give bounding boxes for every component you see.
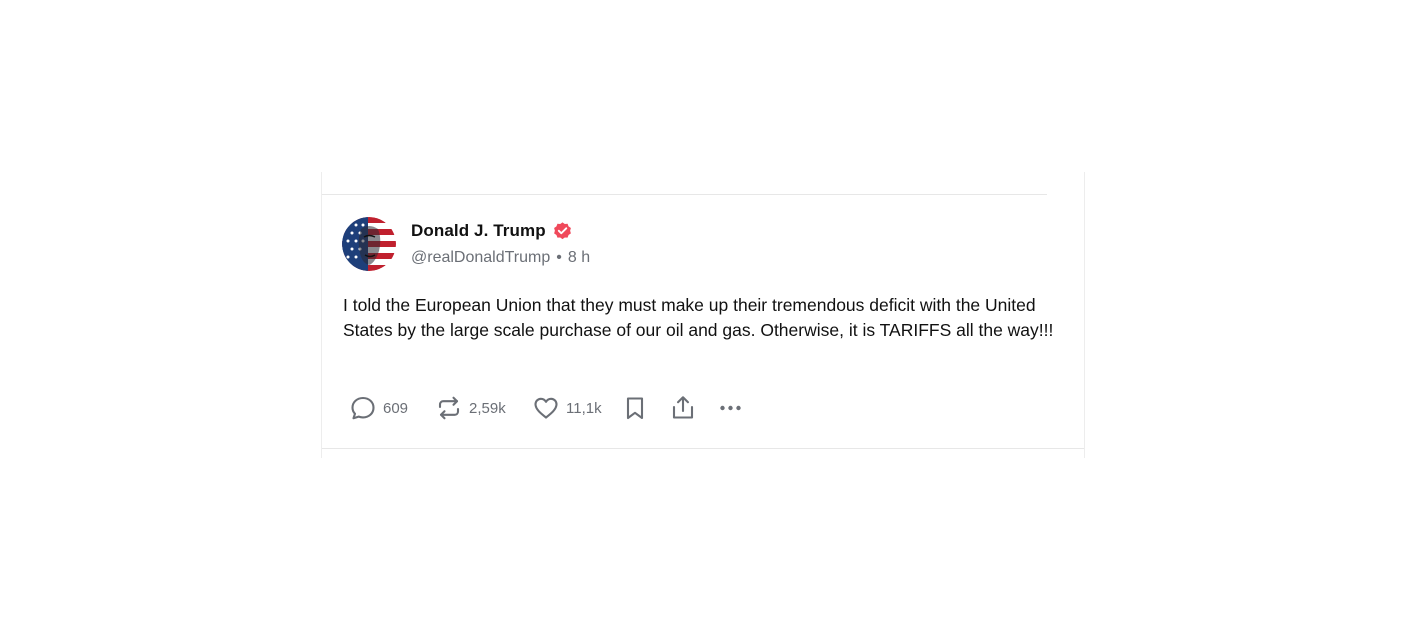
ellipsis-icon (718, 394, 746, 422)
like-count: 11,1k (566, 399, 602, 417)
divider (322, 194, 1047, 195)
bookmark-icon (622, 394, 648, 422)
post-body: I told the European Union that they must… (343, 295, 1054, 340)
author-display-name[interactable]: Donald J. Trump (411, 221, 546, 241)
repost-button[interactable]: 2,59k (435, 394, 532, 422)
author-row: Donald J. Trump (411, 220, 573, 242)
action-bar: 609 2,59k 11,1k (349, 392, 746, 424)
reply-button[interactable]: 609 (349, 394, 435, 422)
verified-badge-icon (552, 221, 573, 242)
speech-bubble-icon (349, 394, 377, 422)
repost-count: 2,59k (469, 399, 506, 417)
reply-count: 609 (383, 399, 409, 417)
heart-icon (532, 394, 560, 422)
avatar[interactable] (342, 217, 396, 271)
bookmark-button[interactable] (622, 394, 669, 422)
post-timestamp[interactable]: 8 h (568, 249, 590, 267)
like-button[interactable]: 11,1k (532, 394, 622, 422)
handle-row: @realDonaldTrump • 8 h (411, 249, 590, 267)
more-options-button[interactable] (718, 394, 746, 422)
meta-separator: • (556, 249, 562, 266)
share-upload-icon (669, 394, 697, 422)
share-button[interactable] (669, 394, 718, 422)
divider (322, 448, 1084, 449)
author-handle[interactable]: @realDonaldTrump (411, 249, 550, 267)
post-card[interactable]: Donald J. Trump @realDonaldTrump • 8 h I… (321, 172, 1085, 458)
repost-arrows-icon (435, 394, 463, 422)
